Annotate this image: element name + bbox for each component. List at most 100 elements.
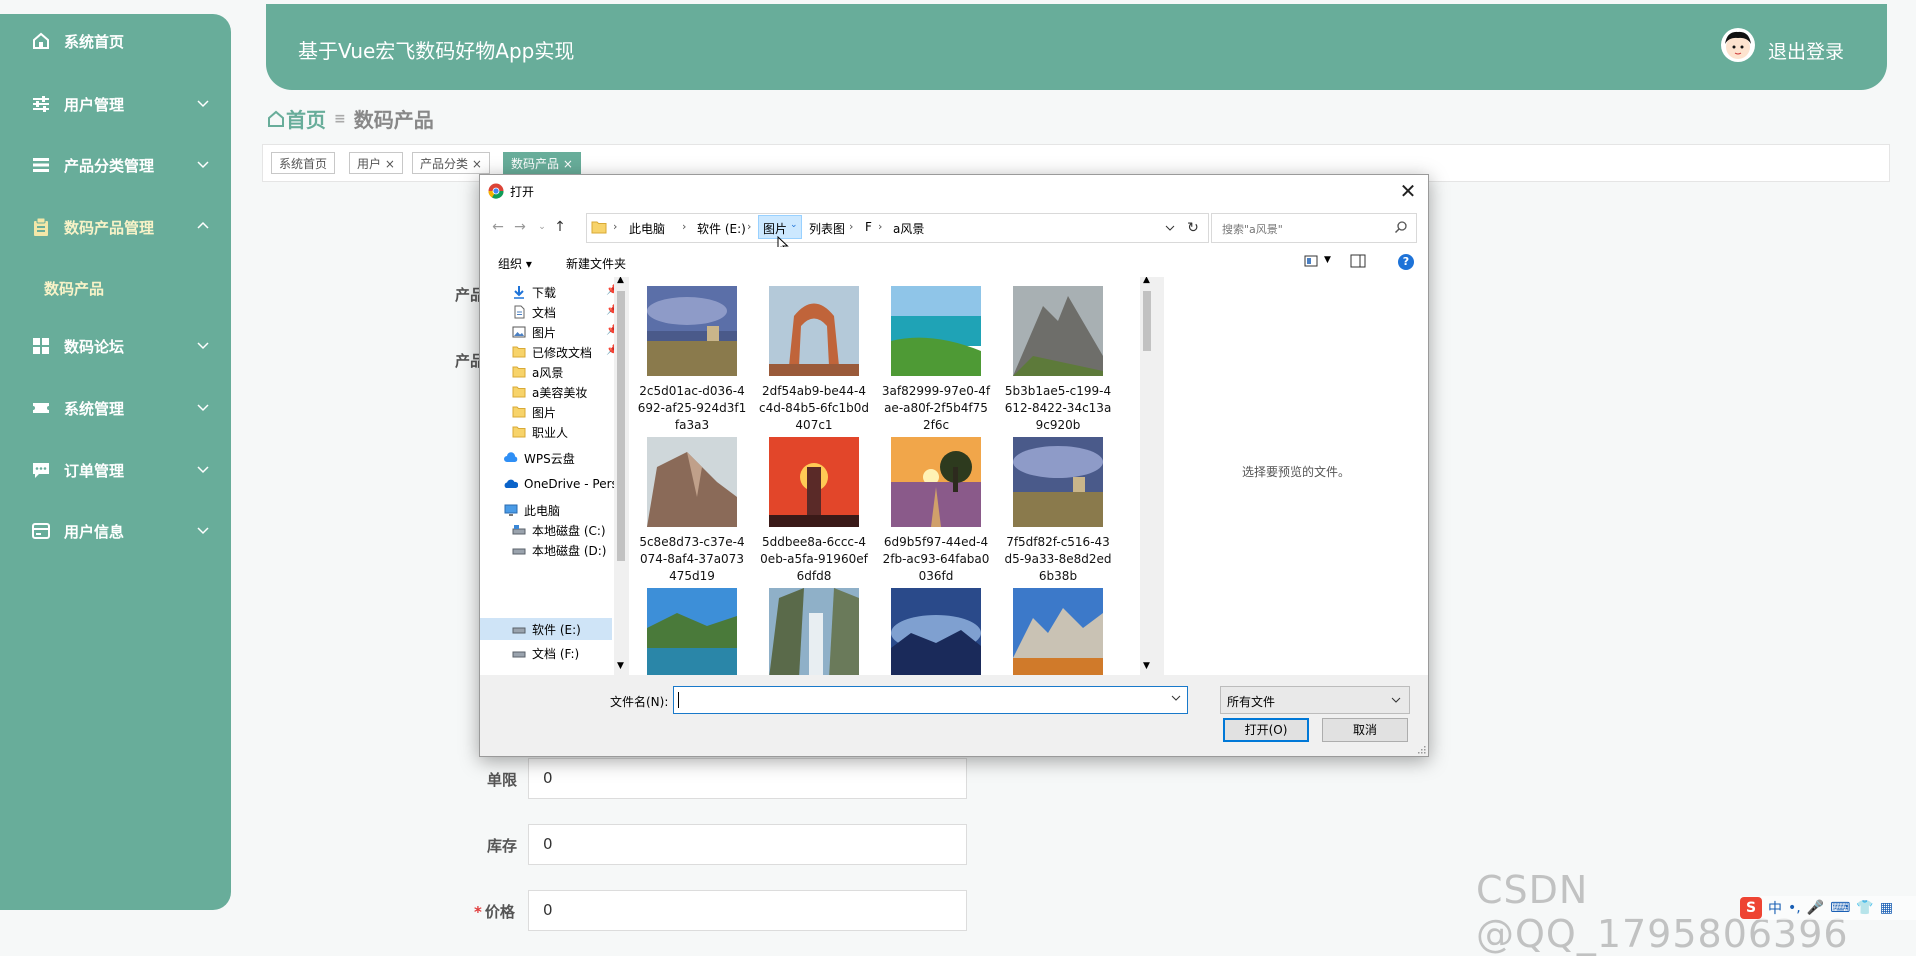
thumbnail-cliff — [647, 437, 737, 527]
close-icon[interactable]: × — [381, 157, 395, 171]
punctuation-icon[interactable]: •, — [1788, 900, 1801, 916]
breadcrumb-home[interactable]: 首页 — [266, 104, 326, 133]
preview-pane-icon[interactable] — [1350, 254, 1366, 268]
tree-item-label: 图片 — [532, 325, 557, 340]
tree-item[interactable]: 已修改文档 — [512, 341, 592, 363]
tab-users[interactable]: 用户 × — [349, 152, 403, 174]
tree-item[interactable]: 图片 — [512, 321, 556, 343]
tree-item[interactable]: 图片 — [512, 401, 556, 423]
address-segment[interactable]: a风景 — [893, 220, 924, 237]
home-icon — [268, 110, 284, 127]
scrollbar-thumb[interactable] — [1143, 291, 1151, 351]
sidebar-item-userinfo[interactable]: 用户信息 — [30, 514, 210, 548]
tab-label: 数码产品 — [511, 157, 560, 171]
sidebar-item-label: 数码论坛 — [64, 337, 125, 356]
chevron-down-icon[interactable]: ⌄ — [790, 220, 798, 230]
address-segment[interactable]: F — [865, 220, 872, 234]
sidebar-subitem-products[interactable]: 数码产品 — [44, 278, 104, 299]
close-icon[interactable]: × — [468, 157, 482, 171]
grid-icon — [30, 335, 52, 357]
organize-button[interactable]: 组织 ▾ — [498, 255, 532, 272]
dialog-title: 打开 — [510, 185, 535, 199]
up-button[interactable]: ↑ — [550, 217, 570, 237]
chevron-down-icon[interactable]: ▼ — [1324, 255, 1331, 265]
microphone-icon[interactable]: 🎤 — [1807, 900, 1824, 916]
drive-icon — [512, 651, 526, 658]
stock-input[interactable]: 0 — [528, 824, 967, 865]
search-box[interactable]: 搜索"a风景" — [1211, 213, 1417, 243]
address-segment[interactable]: 此电脑 — [629, 220, 665, 237]
logout-button[interactable]: 退出登录 — [1768, 37, 1844, 64]
tree-item[interactable]: 此电脑 — [504, 499, 560, 521]
scroll-down-icon[interactable]: ▼ — [1143, 661, 1150, 671]
search-icon — [1394, 221, 1407, 234]
tree-item[interactable]: OneDrive - Pers — [504, 473, 618, 495]
ime-toolbar[interactable]: S 中 •, 🎤 ⌨ 👕 ▦ — [1740, 896, 1916, 920]
sidebar-item-users[interactable]: 用户管理 — [30, 87, 210, 121]
tree-item[interactable]: a风景 — [512, 361, 563, 383]
scrollbar-thumb[interactable] — [617, 291, 625, 561]
scroll-down-icon[interactable]: ▼ — [617, 661, 624, 671]
recent-dropdown-button[interactable]: ⌄ — [532, 217, 552, 237]
tab-home[interactable]: 系统首页 — [271, 152, 336, 174]
tab-products[interactable]: 数码产品 × — [503, 152, 581, 174]
limit-input[interactable]: 0 — [528, 758, 967, 799]
tree-item[interactable]: 本地磁盘 (D:) — [512, 539, 606, 561]
sidebar-item-category[interactable]: 产品分类管理 — [30, 148, 210, 182]
address-segment[interactable]: 列表图 — [809, 220, 845, 237]
refresh-button[interactable]: ↻ — [1178, 213, 1209, 243]
shirt-icon[interactable]: 👕 — [1856, 900, 1873, 916]
navigation-pane: 下载 📌 文档 📌 图片 📌 已修改文档 📌 a风景 a美容美妆 图片 职业人 — [480, 277, 628, 675]
help-icon[interactable]: ? — [1398, 254, 1414, 270]
resize-grip-icon[interactable] — [1416, 744, 1426, 754]
sidebar-item-orders[interactable]: 订单管理 — [30, 453, 210, 487]
file-name: 6d9b5f97-44ed-42fb-ac93-64faba0036fd — [882, 535, 990, 583]
address-segment[interactable]: 软件 (E:) — [697, 220, 746, 237]
tree-item[interactable]: 文档 (F:) — [512, 642, 579, 664]
tree-item[interactable]: 本地磁盘 (C:) — [512, 519, 606, 541]
ime-mode[interactable]: 中 — [1768, 898, 1782, 918]
tree-item[interactable]: WPS云盘 — [504, 447, 575, 469]
preview-pane: 选择要预览的文件。 — [1164, 277, 1428, 675]
price-input[interactable]: 0 — [528, 890, 967, 931]
chevron-down-icon[interactable] — [1165, 223, 1175, 233]
view-mode-icon[interactable] — [1304, 254, 1320, 268]
sidebar-item-products[interactable]: 数码产品管理 — [30, 210, 210, 244]
chevron-right-icon: › — [878, 220, 883, 233]
tree-item[interactable]: 文档 — [512, 301, 556, 323]
tree-scrollbar[interactable]: ▲ ▼ — [614, 277, 628, 675]
scroll-up-icon[interactable]: ▲ — [617, 277, 624, 285]
forward-button[interactable]: → — [510, 217, 530, 237]
form-label-stock: 库存 — [487, 837, 518, 855]
open-button[interactable]: 打开(O) — [1223, 718, 1309, 742]
tree-item-label: 文档 (F:) — [532, 646, 580, 661]
sidebar-item-label: 数码产品管理 — [64, 218, 155, 237]
new-folder-button[interactable]: 新建文件夹 — [566, 255, 626, 272]
sidebar-item-system[interactable]: 系统管理 — [30, 391, 210, 425]
address-segment[interactable]: 图片 — [763, 220, 787, 237]
scroll-up-icon[interactable]: ▲ — [1143, 277, 1150, 285]
address-bar[interactable]: › 此电脑 › 软件 (E:) › 图片 ⌄ 列表图 › F › a风景 — [586, 213, 1182, 254]
sogou-logo: S — [1740, 897, 1762, 919]
sidebar-item-home[interactable]: 系统首页 — [30, 24, 210, 58]
close-button[interactable]: ✕ — [1394, 177, 1422, 205]
sidebar-item-label: 订单管理 — [64, 461, 125, 480]
grid-icon[interactable]: ▦ — [1880, 900, 1893, 916]
chevron-down-icon — [197, 161, 209, 169]
sidebar-item-forum[interactable]: 数码论坛 — [30, 329, 210, 363]
tree-item-selected[interactable]: 软件 (E:) — [512, 618, 581, 640]
tree-item[interactable]: 职业人 — [512, 421, 568, 443]
tree-item[interactable]: 下载 — [512, 281, 556, 303]
chevron-right-icon: › — [849, 220, 854, 233]
back-button[interactable]: ← — [488, 217, 508, 237]
filetype-select[interactable]: 所有文件 — [1220, 686, 1410, 714]
filename-input[interactable] — [673, 686, 1188, 714]
close-icon[interactable]: × — [559, 157, 573, 171]
tree-item[interactable]: a美容美妆 — [512, 381, 587, 403]
chevron-down-icon[interactable] — [1171, 693, 1181, 703]
keyboard-icon[interactable]: ⌨ — [1830, 900, 1850, 916]
cancel-button[interactable]: 取消 — [1322, 718, 1408, 742]
tab-category[interactable]: 产品分类 × — [412, 152, 490, 174]
avatar[interactable] — [1721, 28, 1755, 62]
file-list-scrollbar[interactable]: ▲ ▼ — [1140, 277, 1154, 675]
